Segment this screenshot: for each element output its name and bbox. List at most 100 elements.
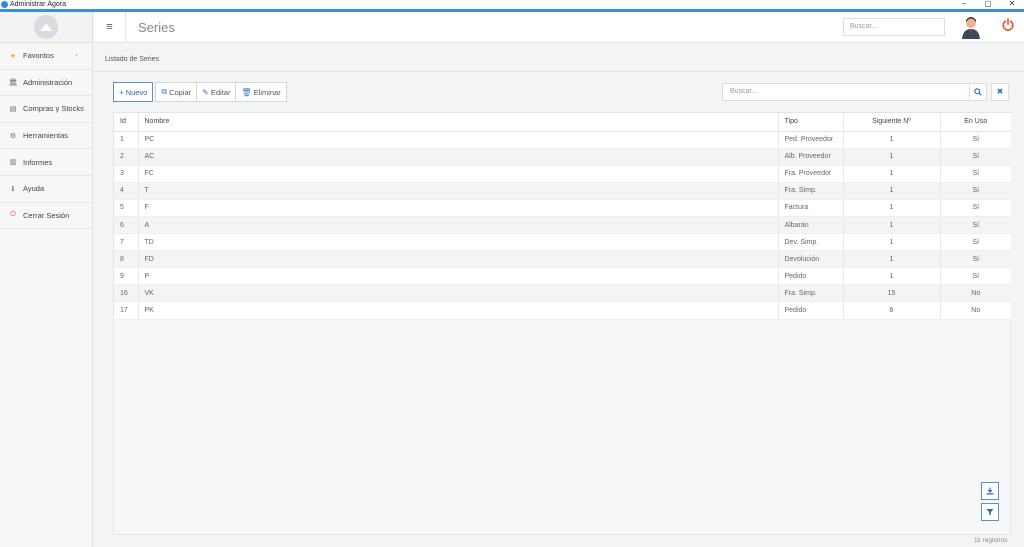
cell-en-uso: Sí (940, 182, 1011, 200)
cell-id: 9 (114, 267, 139, 286)
copy-button[interactable]: ⧉ Copiar (155, 82, 198, 102)
cell-tipo: Pedido (778, 267, 844, 286)
bar-chart-icon: ▥ (9, 159, 17, 167)
cell-nombre: PC (138, 131, 779, 149)
table-row[interactable]: 9 P Pedido 1 Sí (114, 267, 1011, 286)
header-search-input[interactable]: Buscar... (843, 18, 945, 36)
series-panel: + Nuevo ⧉ Copiar ✎ Editar 🗑 Eliminar Bus… (94, 72, 1024, 547)
toolbar: + Nuevo ⧉ Copiar ✎ Editar 🗑 Eliminar (113, 82, 287, 102)
cell-id: 8 (114, 250, 139, 269)
cell-en-uso: Sí (940, 233, 1011, 252)
copy-icon: ⧉ (161, 87, 168, 96)
window-controls: – ▢ ✕ (952, 0, 1024, 9)
menu-toggle-icon[interactable]: ≡ (94, 11, 126, 43)
delete-button[interactable]: 🗑 Eliminar (235, 82, 287, 102)
column-header-tipo[interactable]: Tipo (778, 113, 844, 132)
window-title: Administrar Ágora (10, 1, 67, 8)
trash-icon: 🗑 (241, 87, 252, 97)
cell-siguiente: 1 (843, 165, 941, 183)
column-header-en-uso[interactable]: En Uso (940, 113, 1011, 132)
cell-siguiente: 6 (843, 301, 941, 320)
series-table: Id Nombre Tipo Siguiente Nº En Uso 1 PC Pe… (114, 113, 1011, 320)
table-row[interactable]: 3 FC Fra. Proveedor 1 Sí (114, 165, 1011, 183)
table-row[interactable]: 4 T Fra. Simp. 1 Sí (114, 182, 1011, 200)
cell-nombre: A (138, 216, 779, 235)
power-icon[interactable] (1002, 18, 1014, 36)
table-row[interactable]: 7 TD Dev. Simp. 1 Sí (114, 233, 1011, 252)
cell-siguiente: 1 (843, 216, 941, 235)
cell-siguiente: 1 (843, 267, 941, 286)
sidebar-item-informes[interactable]: ▥ Informes (0, 149, 92, 176)
delete-button-label: Eliminar (253, 87, 281, 97)
sidebar-item-herramientas[interactable]: ⚙ Herramientas (0, 123, 92, 150)
cell-tipo: Albarán (778, 216, 844, 235)
table-row[interactable]: 1 PC Ped. Proveedor 1 Sí (114, 131, 1011, 149)
table-row[interactable]: 17 PK Pedido 6 No (114, 301, 1011, 320)
copy-button-label: Copiar (169, 87, 192, 97)
download-icon (986, 487, 994, 495)
close-button[interactable]: ✕ (1000, 0, 1024, 9)
download-button[interactable] (981, 482, 999, 500)
table-row[interactable]: 8 FD Devolución 1 Sí (114, 250, 1011, 269)
sidebar-item-administracion[interactable]: 🏛 Administración (0, 70, 92, 97)
table-row[interactable]: 2 AC Alb. Proveedor 1 Sí (114, 148, 1011, 166)
edit-icon: ✎ (202, 87, 209, 97)
app-icon (1, 1, 8, 8)
grid-search-input[interactable]: Buscar... (722, 83, 970, 101)
record-count: 11 registros (974, 537, 1008, 544)
cell-en-uso: Sí (940, 199, 1011, 217)
top-header: ≡ Series Buscar... (94, 11, 1024, 43)
cell-nombre: TD (138, 233, 779, 252)
cell-en-uso: Sí (940, 131, 1011, 149)
plus-icon: + (119, 87, 124, 97)
cell-siguiente: 1 (843, 199, 941, 217)
filter-button[interactable] (981, 503, 999, 521)
sidebar-item-favoritos[interactable]: ★ Favoritos ‹ (0, 43, 92, 70)
sidebar-item-compras-stocks[interactable]: ▤ Compras y Stocks (0, 96, 92, 123)
avatar-icon[interactable] (960, 15, 982, 39)
cell-nombre: F (138, 199, 779, 217)
series-table-container: Id Nombre Tipo Siguiente Nº En Uso 1 PC Pe… (113, 112, 1011, 535)
cell-id: 6 (114, 216, 139, 235)
cell-siguiente: 1 (843, 131, 941, 149)
cell-siguiente: 1 (843, 250, 941, 269)
window-titlebar: Administrar Ágora – ▢ ✕ (0, 0, 1024, 9)
sidebar-item-ayuda[interactable]: ℹ Ayuda (0, 176, 92, 203)
cell-siguiente: 1 (843, 233, 941, 252)
sidebar-item-label: Administración (23, 77, 73, 87)
cell-en-uso: Sí (940, 216, 1011, 235)
edit-button[interactable]: ✎ Editar (196, 82, 237, 102)
sidebar: ★ Favoritos ‹ 🏛 Administración ▤ Compras… (0, 12, 93, 547)
star-icon: ★ (9, 52, 17, 60)
logo[interactable] (34, 15, 58, 39)
sidebar-item-label: Herramientas (23, 131, 69, 141)
cell-id: 17 (114, 301, 139, 320)
cell-tipo: Devolución (778, 250, 844, 269)
cell-tipo: Ped. Proveedor (778, 131, 844, 149)
clear-search-icon[interactable]: ✖ (991, 83, 1009, 101)
maximize-button[interactable]: ▢ (976, 0, 1000, 9)
table-row[interactable]: 16 VK Fra. Simp. 15 No (114, 284, 1011, 303)
sidebar-item-label: Compras y Stocks (23, 104, 84, 114)
logo-area (0, 12, 92, 43)
cell-siguiente: 15 (843, 284, 941, 303)
search-icon[interactable] (969, 83, 987, 101)
column-header-siguiente[interactable]: Siguiente Nº (843, 113, 941, 132)
cell-tipo: Pedido (778, 301, 844, 320)
table-row[interactable]: 5 F Factura 1 Sí (114, 199, 1011, 217)
new-button[interactable]: + Nuevo (113, 82, 154, 102)
column-header-nombre[interactable]: Nombre (138, 113, 779, 132)
cell-nombre: FC (138, 165, 779, 183)
cell-en-uso: No (940, 301, 1011, 320)
cell-en-uso: Sí (940, 148, 1011, 166)
sidebar-item-label: Ayuda (23, 184, 45, 194)
table-row[interactable]: 6 A Albarán 1 Sí (114, 216, 1011, 235)
cell-id: 2 (114, 148, 139, 166)
minimize-button[interactable]: – (952, 0, 976, 9)
sidebar-item-cerrar-sesion[interactable]: ⏻ Cerrar Sesión (0, 203, 92, 230)
cell-tipo: Fra. Proveedor (778, 165, 844, 183)
cell-id: 16 (114, 284, 139, 303)
chevron-left-icon[interactable]: ‹ (76, 52, 78, 59)
column-header-id[interactable]: Id (114, 113, 139, 132)
cell-tipo: Dev. Simp. (778, 233, 844, 252)
